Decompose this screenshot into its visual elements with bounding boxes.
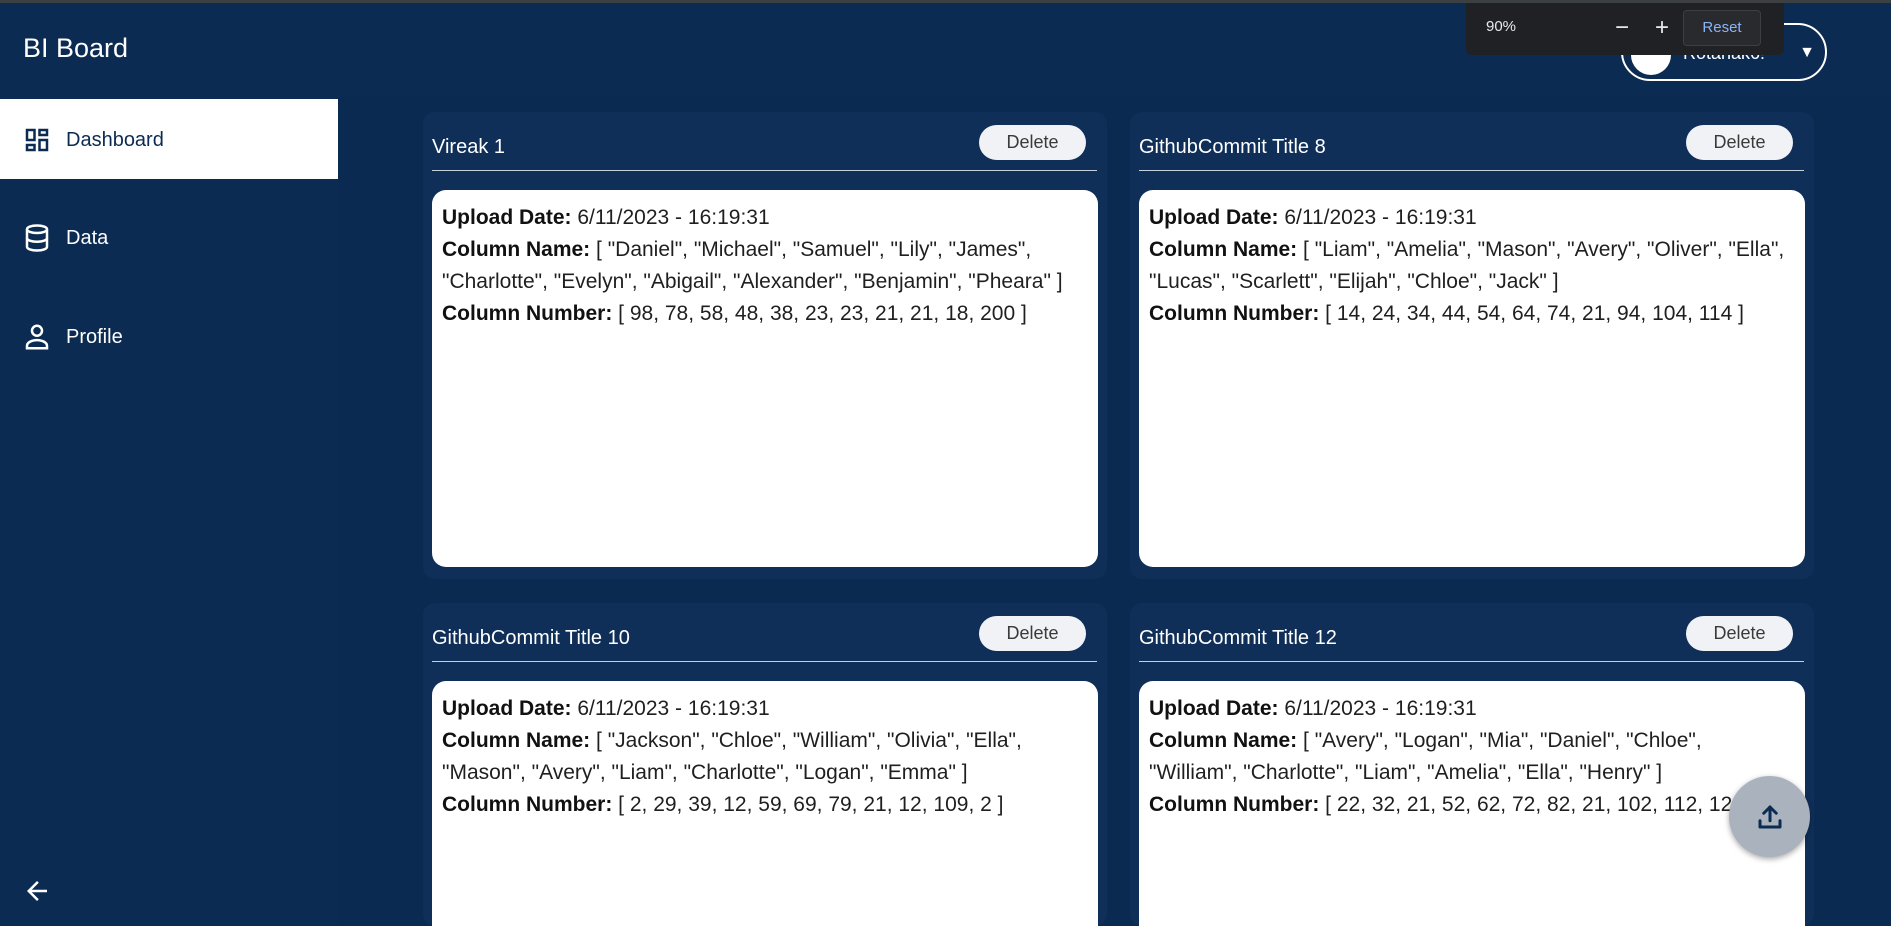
person-icon <box>25 324 49 350</box>
zoom-reset-button[interactable]: Reset <box>1683 10 1761 46</box>
sidebar-item-data[interactable]: Data <box>0 197 338 277</box>
card-details: Upload Date: 6/11/2023 - 16:19:31 Column… <box>432 681 1098 926</box>
card-details: Upload Date: 6/11/2023 - 16:19:31 Column… <box>432 190 1098 567</box>
upload-icon <box>1758 805 1782 829</box>
delete-button[interactable]: Delete <box>979 616 1086 651</box>
column-number-label: Column Number: <box>1149 302 1320 325</box>
card-details: Upload Date: 6/11/2023 - 16:19:31 Column… <box>1139 190 1805 567</box>
divider <box>1139 661 1804 662</box>
card-title: GithubCommit Title 10 <box>432 627 630 649</box>
upload-date-value: 6/11/2023 - 16:19:31 <box>1284 697 1477 720</box>
zoom-in-button[interactable]: + <box>1646 10 1678 46</box>
browser-zoom-popup: 90% − + Reset <box>1466 3 1784 55</box>
upload-date-value: 6/11/2023 - 16:19:31 <box>577 206 770 229</box>
column-number-value: [ 14, 24, 34, 44, 54, 64, 74, 21, 94, 10… <box>1325 302 1744 325</box>
sidebar: Dashboard Data Profile <box>0 97 338 926</box>
column-number-value: [ 22, 32, 21, 52, 62, 72, 82, 21, 102, 1… <box>1325 793 1756 816</box>
upload-date-label: Upload Date: <box>1149 697 1279 720</box>
delete-button[interactable]: Delete <box>979 125 1086 160</box>
dataset-card: GithubCommit Title 8 Delete Upload Date:… <box>1130 112 1814 579</box>
upload-date-value: 6/11/2023 - 16:19:31 <box>1284 206 1477 229</box>
card-details: Upload Date: 6/11/2023 - 16:19:31 Column… <box>1139 681 1805 926</box>
delete-button[interactable]: Delete <box>1686 616 1793 651</box>
upload-date-label: Upload Date: <box>1149 206 1279 229</box>
upload-button[interactable] <box>1729 776 1810 857</box>
database-icon <box>25 224 49 252</box>
card-title: GithubCommit Title 8 <box>1139 136 1326 158</box>
column-name-label: Column Name: <box>1149 238 1298 261</box>
delete-button[interactable]: Delete <box>1686 125 1793 160</box>
upload-date-value: 6/11/2023 - 16:19:31 <box>577 697 770 720</box>
divider <box>432 661 1097 662</box>
dataset-card: GithubCommit Title 12 Delete Upload Date… <box>1130 603 1814 926</box>
app-title: BI Board <box>23 33 129 63</box>
upload-date-label: Upload Date: <box>442 206 572 229</box>
sidebar-item-dashboard[interactable]: Dashboard <box>0 99 338 179</box>
column-number-label: Column Number: <box>1149 793 1320 816</box>
upload-date-label: Upload Date: <box>442 697 572 720</box>
divider <box>432 170 1097 171</box>
column-number-label: Column Number: <box>442 793 613 816</box>
caret-down-icon: ▼ <box>1799 44 1815 61</box>
sidebar-item-label: Data <box>66 227 109 249</box>
column-name-label: Column Name: <box>442 729 591 752</box>
sidebar-item-label: Profile <box>66 326 123 348</box>
column-number-value: [ 2, 29, 39, 12, 59, 69, 79, 21, 12, 109… <box>618 793 1004 816</box>
column-name-label: Column Name: <box>1149 729 1298 752</box>
dataset-card: GithubCommit Title 10 Delete Upload Date… <box>423 603 1107 926</box>
card-title: Vireak 1 <box>432 136 506 158</box>
sidebar-item-profile[interactable]: Profile <box>0 296 338 376</box>
dataset-card: Vireak 1 Delete Upload Date: 6/11/2023 -… <box>423 112 1107 579</box>
column-number-value: [ 98, 78, 58, 48, 38, 23, 23, 21, 21, 18… <box>618 302 1027 325</box>
sidebar-item-label: Dashboard <box>66 129 164 151</box>
dashboard-icon <box>25 128 49 152</box>
divider <box>1139 170 1804 171</box>
column-number-label: Column Number: <box>442 302 613 325</box>
column-name-label: Column Name: <box>442 238 591 261</box>
zoom-level: 90% <box>1486 18 1517 35</box>
zoom-out-button[interactable]: − <box>1606 10 1638 46</box>
arrow-left-icon[interactable] <box>22 876 52 906</box>
card-title: GithubCommit Title 12 <box>1139 627 1337 649</box>
